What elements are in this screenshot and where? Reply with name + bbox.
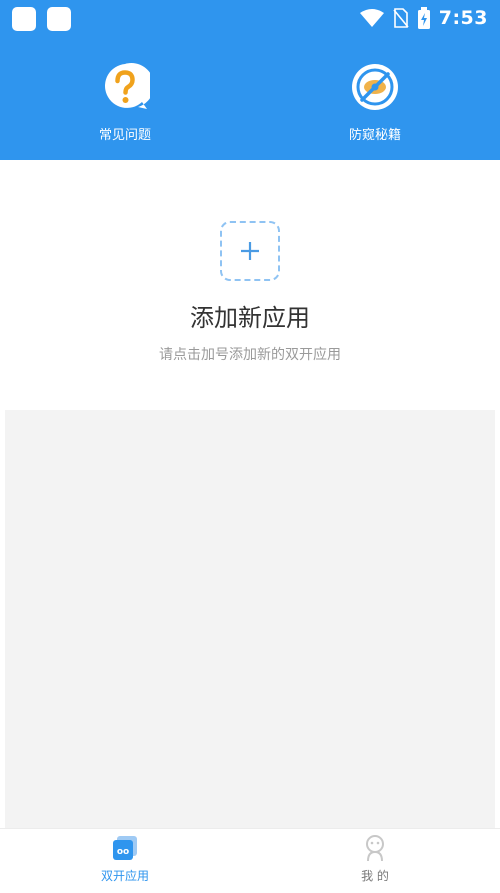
app-list-area	[5, 410, 495, 828]
bottom-nav: oo 双开应用 我 的	[0, 828, 500, 893]
status-bar: 7:53	[0, 0, 500, 36]
privacy-tips-label: 防窥秘籍	[348, 128, 401, 143]
notification-icon	[47, 7, 71, 31]
clock: 7:53	[438, 7, 488, 29]
faq-label: 常见问题	[98, 128, 151, 143]
tab-dual-apps[interactable]: oo 双开应用	[65, 833, 185, 884]
plus-icon	[241, 242, 259, 260]
privacy-tips-button[interactable]: 防窥秘籍	[295, 62, 455, 143]
battery-icon	[417, 7, 430, 29]
add-app-hint: 请点击加号添加新的双开应用	[159, 347, 341, 363]
notification-icon	[12, 7, 36, 31]
add-app-button[interactable]	[220, 221, 280, 281]
header: 7:53 常见问题 防窥秘籍	[0, 0, 500, 160]
privacy-icon	[352, 64, 398, 110]
profile-icon	[366, 835, 384, 862]
faq-button[interactable]: 常见问题	[45, 62, 205, 143]
tab-profile-label: 我 的	[361, 869, 389, 883]
wifi-icon	[359, 9, 384, 27]
question-icon	[105, 63, 150, 109]
svg-text:oo: oo	[117, 847, 129, 857]
no-sim-icon	[393, 8, 409, 28]
status-indicators: 7:53	[359, 4, 488, 32]
dual-apps-icon: oo	[113, 836, 137, 860]
tab-profile[interactable]: 我 的	[315, 833, 435, 884]
add-app-title: 添加新应用	[190, 304, 310, 332]
tab-dual-apps-label: 双开应用	[100, 869, 149, 883]
app-screen: 7:53 常见问题 防窥秘籍 添加新应用 请点击加号添加新的双开应用 oo 双开…	[0, 0, 500, 893]
